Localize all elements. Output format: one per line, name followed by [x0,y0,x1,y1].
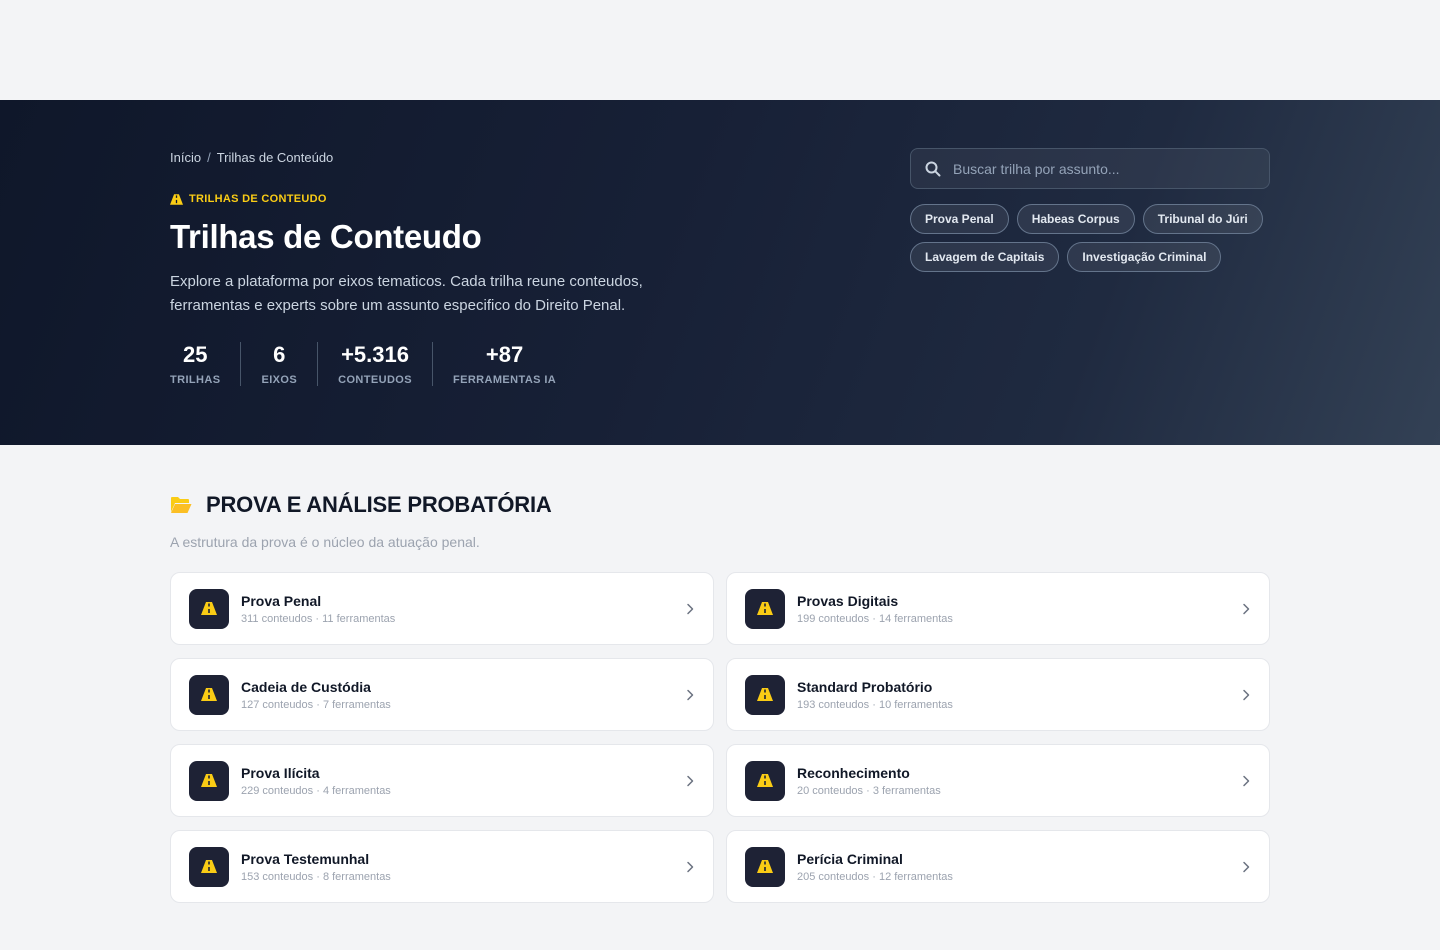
trail-name: Provas Digitais [797,592,899,609]
search-box[interactable] [910,148,1270,189]
stat-ferramentas: +87 FERRAMENTAS IA [431,342,576,386]
stat-conteudos: +5.316 CONTEUDOS [317,342,432,386]
top-bar [0,0,1440,100]
hero-eyebrow-label: TRILHAS DE CONTEUDO [189,193,327,205]
trail-meta: 153 conteudos · 8 ferramentas [241,870,391,883]
road-icon [201,860,217,873]
folder-open-icon [171,497,192,513]
trail-card[interactable]: Prova Testemunhal 153 conteudos · 8 ferr… [170,830,714,903]
breadcrumb: Início / Trilhas de Conteúdo [170,150,333,165]
trail-meta: 311 conteudos · 11 ferramentas [241,612,396,625]
search-input[interactable] [941,160,1269,177]
road-icon [170,193,183,205]
tag-prova-penal[interactable]: Prova Penal [910,204,1009,234]
trail-name: Prova Penal [241,592,322,609]
hero-eyebrow: TRILHAS DE CONTEUDO [170,193,327,205]
breadcrumb-current: Trilhas de Conteúdo [216,150,334,165]
road-icon [757,688,773,701]
trail-name: Prova Testemunhal [241,850,370,867]
tag-list: Prova Penal Habeas Corpus Tribunal do Jú… [910,204,1290,272]
stat-label: EIXOS [261,374,298,386]
stat-value: 6 [273,342,286,367]
tag-lavagem-de-capitais[interactable]: Lavagem de Capitais [910,242,1060,272]
trail-grid: Prova Penal 311 conteudos · 11 ferrament… [170,572,1270,903]
trail-card[interactable]: Perícia Criminal 205 conteudos · 12 ferr… [726,830,1270,903]
stat-eixos: 6 EIXOS [240,342,317,386]
road-icon [757,774,773,787]
trail-name: Standard Probatório [797,678,933,695]
chevron-right-icon [1243,689,1250,700]
trail-card[interactable]: Reconhecimento 20 conteudos · 3 ferramen… [726,744,1270,817]
trail-meta: 193 conteudos · 10 ferramentas [797,698,953,711]
breadcrumb-separator: / [207,150,211,165]
stat-value: +87 [485,342,524,367]
trail-icon [745,588,785,629]
road-icon [201,688,217,701]
chevron-right-icon [687,689,694,700]
tag-investigacao-criminal[interactable]: Investigação Criminal [1067,242,1222,272]
trail-icon [745,760,785,801]
stat-label: FERRAMENTAS IA [452,374,557,386]
trail-card[interactable]: Prova Penal 311 conteudos · 11 ferrament… [170,572,714,645]
trail-meta: 127 conteudos · 7 ferramentas [241,698,391,711]
chevron-right-icon [1243,603,1250,614]
chevron-right-icon [687,861,694,872]
trail-name: Cadeia de Custódia [241,678,371,695]
road-icon [757,860,773,873]
road-icon [201,602,217,615]
stat-trilhas: 25 TRILHAS [170,342,240,386]
trail-meta: 205 conteudos · 12 ferramentas [797,870,953,883]
chevron-right-icon [687,603,694,614]
tag-tribunal-do-juri[interactable]: Tribunal do Júri [1142,204,1263,234]
trail-card[interactable]: Provas Digitais 199 conteudos · 14 ferra… [726,572,1270,645]
chevron-right-icon [687,775,694,786]
stat-label: CONTEUDOS [338,374,412,386]
section-header: PROVA E ANÁLISE PROBATÓRIA A estrutura d… [170,492,1270,550]
trail-icon [745,846,785,887]
trail-meta: 229 conteudos · 4 ferramentas [241,784,391,797]
trail-icon [745,674,785,715]
trail-card[interactable]: Prova Ilícita 229 conteudos · 4 ferramen… [170,744,714,817]
trail-icon [189,846,229,887]
hero-banner: Início / Trilhas de Conteúdo TRILHAS DE … [0,100,1440,445]
road-icon [757,602,773,615]
stat-value: +5.316 [341,342,409,367]
stat-label: TRILHAS [170,374,221,386]
trail-name: Perícia Criminal [797,850,903,867]
trail-card[interactable]: Cadeia de Custódia 127 conteudos · 7 fer… [170,658,714,731]
trail-icon [189,674,229,715]
page-description: Explore a plataforma por eixos tematicos… [170,273,643,314]
breadcrumb-home-link[interactable]: Início [170,150,201,165]
trail-icon [189,760,229,801]
chevron-right-icon [1243,775,1250,786]
section-title: PROVA E ANÁLISE PROBATÓRIA [206,492,552,517]
page-title: Trilhas de Conteudo [170,218,482,255]
trail-meta: 199 conteudos · 14 ferramentas [797,612,953,625]
chevron-right-icon [1243,861,1250,872]
trail-name: Prova Ilícita [241,764,320,781]
search-icon [925,161,941,176]
tag-habeas-corpus[interactable]: Habeas Corpus [1016,204,1135,234]
stats-bar: 25 TRILHAS 6 EIXOS +5.316 CONTEUDOS +87 … [170,342,576,386]
road-icon [201,774,217,787]
trail-name: Reconhecimento [797,764,910,781]
section-subtitle: A estrutura da prova é o núcleo da atuaç… [170,534,480,550]
trail-meta: 20 conteudos · 3 ferramentas [797,784,941,797]
trail-card[interactable]: Standard Probatório 193 conteudos · 10 f… [726,658,1270,731]
stat-value: 25 [182,342,208,367]
trail-icon [189,588,229,629]
